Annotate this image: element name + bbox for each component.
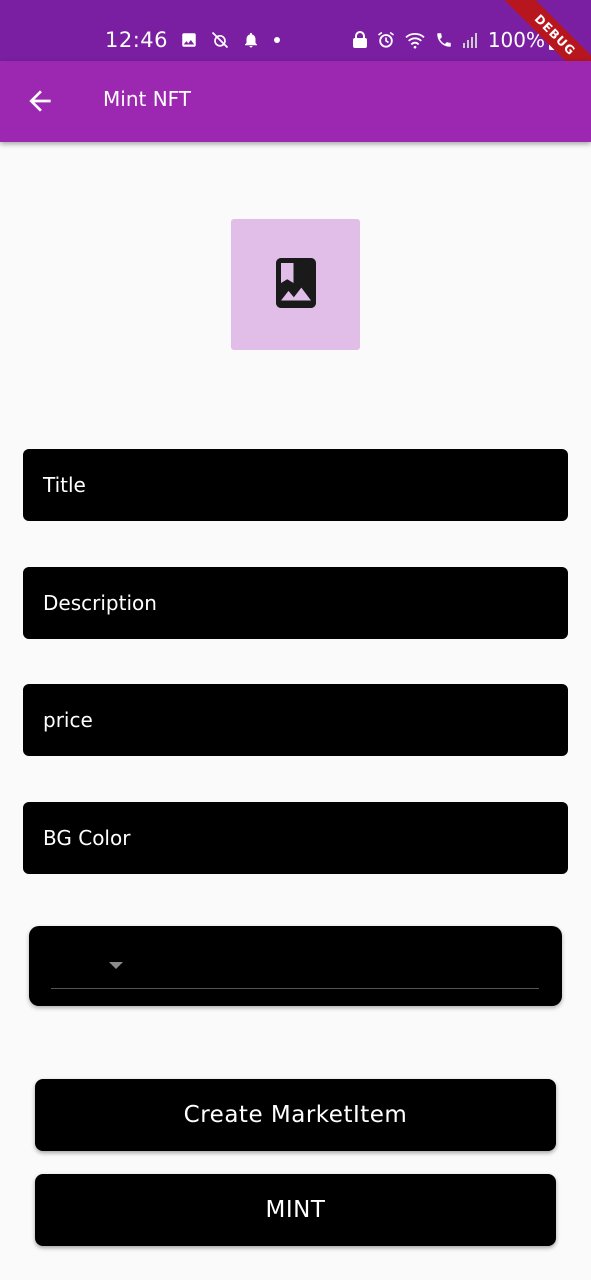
description-field-placeholder: Description	[43, 591, 157, 615]
status-time: 12:46	[105, 28, 169, 52]
bell-icon	[242, 31, 260, 49]
title-field[interactable]: Title	[23, 449, 568, 521]
lock-icon	[352, 31, 368, 49]
dropdown-select[interactable]	[51, 940, 539, 989]
price-field[interactable]: price	[23, 684, 568, 756]
photo-album-icon	[266, 251, 326, 319]
bg-color-field[interactable]: BG Color	[23, 802, 568, 874]
call-icon	[434, 31, 454, 49]
image-picker-button[interactable]	[231, 219, 360, 350]
alarm-icon	[376, 30, 396, 50]
status-bar: 12:46 100%	[0, 0, 591, 61]
mint-button[interactable]: MINT	[35, 1174, 556, 1246]
page-title: Mint NFT	[103, 87, 192, 111]
alarm-off-icon	[210, 30, 230, 50]
dot-icon	[272, 35, 282, 45]
arrow-back-icon[interactable]	[24, 85, 56, 117]
bg-color-field-placeholder: BG Color	[43, 826, 131, 850]
status-left: 12:46	[105, 28, 282, 52]
description-field[interactable]: Description	[23, 567, 568, 639]
wifi-icon	[404, 31, 426, 49]
create-market-item-button[interactable]: Create MarketItem	[35, 1079, 556, 1151]
title-field-placeholder: Title	[43, 473, 86, 497]
status-right: 100%	[352, 28, 561, 52]
price-field-placeholder: price	[43, 708, 93, 732]
app-bar: Mint NFT	[0, 61, 591, 142]
dropdown-container	[29, 926, 562, 1006]
image-icon	[180, 31, 198, 49]
signal-icon	[462, 31, 480, 49]
chevron-down-icon	[109, 962, 123, 969]
